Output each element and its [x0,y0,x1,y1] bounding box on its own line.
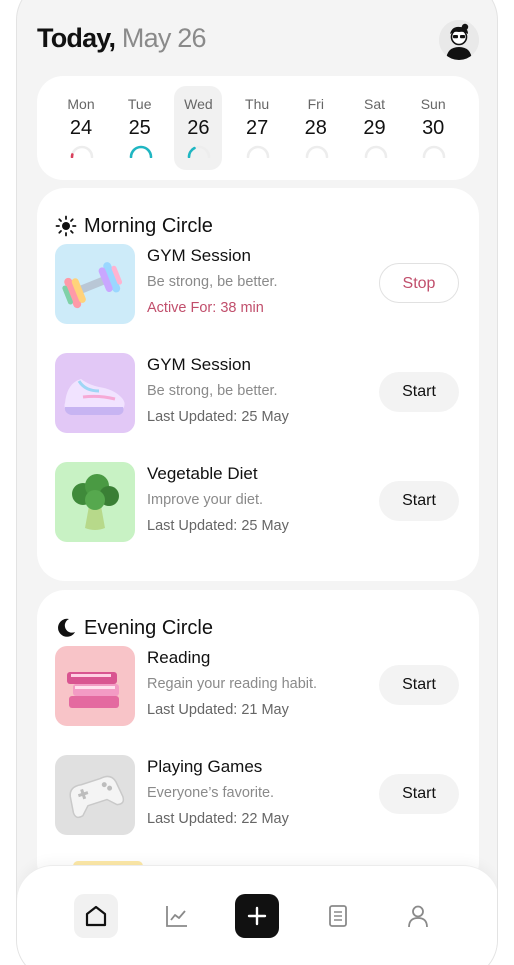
page-title: Today, May 26 [37,23,206,54]
habit-last-updated: Last Updated: 25 May [147,518,289,534]
home-icon [85,905,107,927]
day-name: Sat [363,96,385,112]
day-fri[interactable]: Fri 28 [292,86,340,170]
tab-profile[interactable] [396,894,440,938]
habit-name: Reading [147,648,211,667]
week-strip: Mon 24 Tue 25 Wed 26 Thu 27 Fri 28 Sat 29 Sun 30 [37,76,479,180]
broccoli-icon [72,474,119,530]
habit-description: Be strong, be better. [147,383,278,399]
evening-section-title: Evening Circle [84,616,213,639]
habit-status: Active For: 38 min [147,300,264,316]
evening-section-header: Evening Circle [55,616,213,640]
habit-name: Vegetable Diet [147,464,258,483]
day-number: 30 [422,117,445,139]
start-button[interactable]: Start [379,481,459,521]
sneaker-icon [64,379,125,415]
habit-thumbnail [55,646,135,726]
day-name: Tue [127,96,152,112]
day-mon[interactable]: Mon 24 [57,86,105,170]
morning-circle-card: Morning Circle GYM Session Be strong, be… [37,188,479,581]
date-label: May 26 [121,23,207,53]
day-number: 28 [304,117,327,139]
moon-icon [58,618,75,637]
today-label: Today, [37,23,116,53]
bottom-tab-bar [17,865,497,965]
habit-name: Playing Games [147,757,263,776]
habit-thumbnail [55,462,135,542]
habit-name: GYM Session [147,355,251,374]
habit-last-updated: Last Updated: 22 May [147,811,289,827]
morning-section-title: Morning Circle [84,214,213,237]
morning-section-header: Morning Circle [55,214,213,238]
day-name: Fri [307,96,324,112]
books-icon [67,672,119,708]
habit-last-updated: Last Updated: 21 May [147,702,289,718]
tab-stats[interactable] [155,894,199,938]
habit-name: GYM Session [147,246,251,265]
habit-description: Everyone’s favorite. [147,785,275,801]
start-button[interactable]: Start [379,665,459,705]
start-button[interactable]: Start [379,774,459,814]
phone-screen: Today, May 26 Mon 24 Tue 25 Wed 26 Thu 27 Fri 28 S… [16,0,498,965]
chart-icon [166,906,187,927]
sun-icon [55,215,77,237]
evening-circle-card: Evening Circle Reading Regain your readi… [37,590,479,890]
day-progress-arc [246,145,270,158]
day-number: 27 [245,117,269,139]
user-avatar-icon [439,20,479,60]
day-sat[interactable]: Sat 29 [351,86,399,170]
habit-description: Be strong, be better. [147,274,278,290]
plus-icon [247,906,267,926]
habit-item[interactable]: Playing Games Everyone’s favorite. Last … [55,755,461,837]
gamepad-icon [69,775,125,819]
day-wed[interactable]: Wed 26 [174,86,223,170]
add-habit-button[interactable] [235,894,279,938]
habit-item[interactable]: GYM Session Be strong, be better. Active… [55,244,461,326]
habit-description: Regain your reading habit. [147,676,318,692]
day-name: Thu [245,96,270,112]
header: Today, May 26 [37,11,479,71]
habit-item[interactable]: Vegetable Diet Improve your diet. Last U… [55,462,461,544]
habit-thumbnail [55,353,135,433]
day-progress-arc [188,145,211,158]
day-sun[interactable]: Sun 30 [409,86,457,170]
day-name: Wed [184,96,213,112]
habit-item[interactable]: Reading Regain your reading habit. Last … [55,646,461,728]
tab-home[interactable] [74,894,118,938]
habit-thumbnail [55,244,135,324]
habit-last-updated: Last Updated: 25 May [147,409,289,425]
habit-description: Improve your diet. [147,492,264,508]
day-number: 24 [69,117,93,139]
day-progress-fill [188,146,197,158]
day-number: 29 [363,117,386,139]
day-name: Sun [420,96,446,112]
day-progress-arc [305,145,329,158]
day-number: 26 [187,117,210,139]
day-name: Mon [67,96,95,112]
profile-icon [408,905,428,928]
day-progress-arc [129,145,152,158]
day-number: 25 [128,117,151,139]
avatar[interactable] [439,20,479,60]
day-progress-arc [422,145,446,158]
habit-thumbnail [55,755,135,835]
day-progress-arc [70,145,94,158]
day-progress-fill [129,145,152,158]
day-tue[interactable]: Tue 25 [116,86,164,170]
tab-notes[interactable] [316,894,360,938]
start-button[interactable]: Start [379,372,459,412]
day-thu[interactable]: Thu 27 [233,86,281,170]
day-progress-arc [364,145,387,158]
notes-icon [329,905,347,927]
dumbbell-icon [62,262,123,309]
stop-button[interactable]: Stop [379,263,459,303]
habit-item[interactable]: GYM Session Be strong, be better. Last U… [55,353,461,435]
